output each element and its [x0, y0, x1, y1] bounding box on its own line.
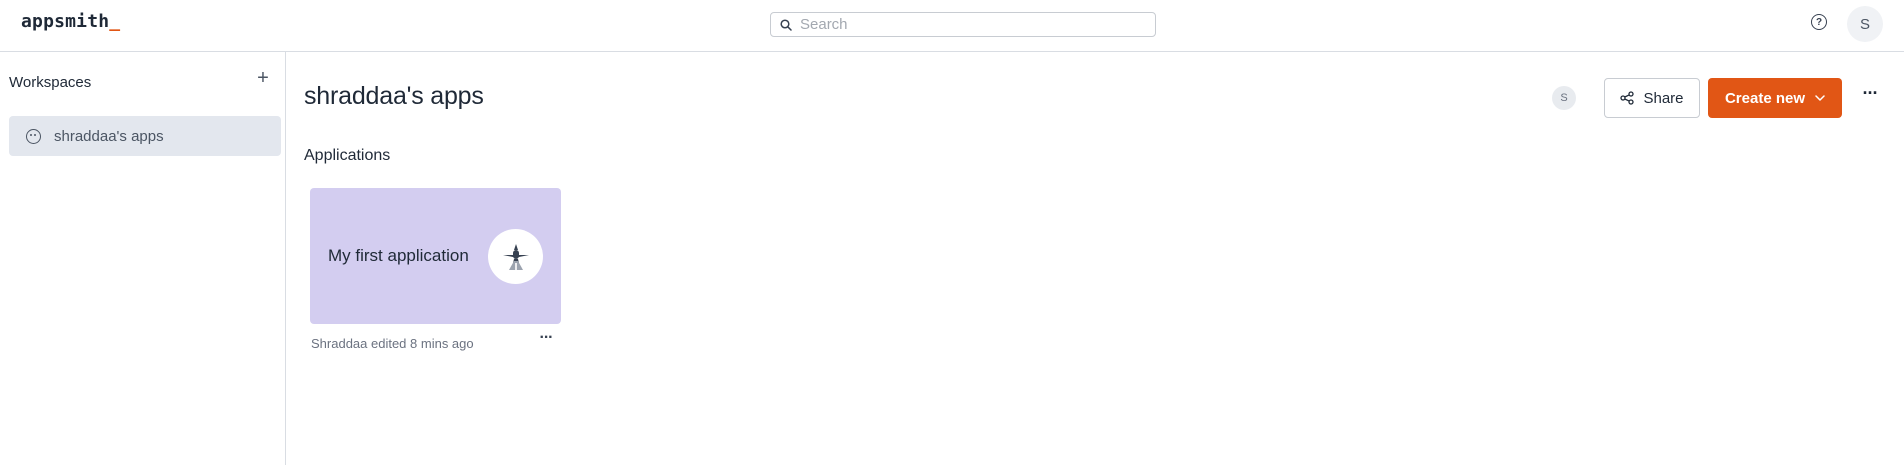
search-box[interactable]	[770, 12, 1156, 37]
plus-icon[interactable]: +	[255, 68, 271, 88]
application-name: My first application	[328, 246, 469, 265]
logo-cursor: _	[109, 11, 121, 32]
applications-heading: Applications	[304, 147, 391, 164]
create-new-button[interactable]: Create new	[1708, 78, 1842, 118]
member-avatar[interactable]: S	[1552, 86, 1576, 110]
application-more-icon[interactable]: ···	[536, 330, 556, 349]
share-icon	[1620, 91, 1635, 105]
sidebar-item-label: shraddaa's apps	[54, 127, 164, 145]
smile-icon	[26, 128, 41, 144]
workspaces-sidebar: Workspaces + shraddaa's apps	[0, 52, 286, 465]
airplane-icon	[488, 229, 543, 284]
application-card[interactable]: My first application	[310, 188, 561, 324]
share-button[interactable]: Share	[1604, 78, 1700, 118]
create-new-label: Create new	[1724, 89, 1806, 107]
workspaces-heading: Workspaces	[9, 74, 92, 91]
share-label: Share	[1643, 89, 1684, 107]
appsmith-logo[interactable]: appsmith_	[21, 11, 120, 32]
top-header: appsmith_ ? S	[0, 0, 1904, 52]
search-icon	[780, 18, 792, 31]
page-title: shraddaa's apps	[304, 82, 484, 110]
sidebar-item-workspace[interactable]: shraddaa's apps	[9, 116, 281, 156]
logo-text: appsmith	[21, 11, 110, 32]
user-avatar[interactable]: S	[1847, 6, 1883, 42]
question-circle-icon[interactable]: ?	[1811, 14, 1827, 30]
more-options-icon[interactable]: ···	[1858, 84, 1882, 110]
chevron-down-icon	[1815, 95, 1825, 101]
search-input[interactable]	[800, 16, 1140, 33]
application-meta: Shraddaa edited 8 mins ago	[311, 336, 474, 351]
